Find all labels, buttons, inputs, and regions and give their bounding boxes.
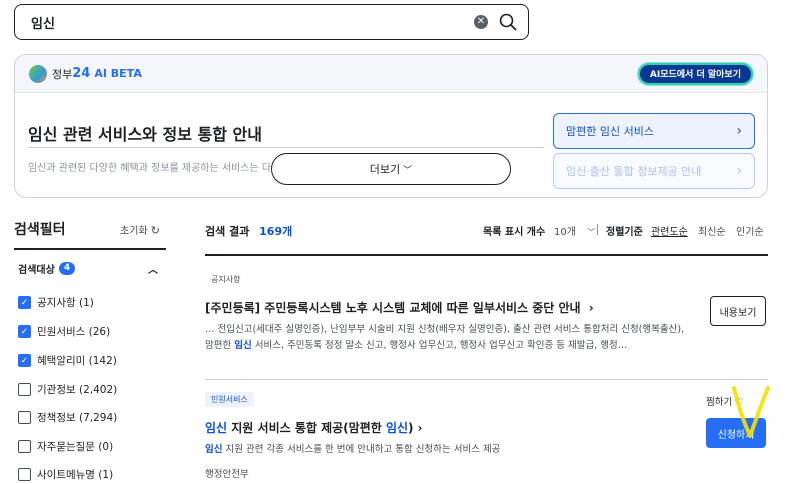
chevron-down-icon: ﹀ bbox=[403, 165, 413, 176]
result-title-link[interactable]: [주민등록] 주민등록시스템 노후 시스템 교체에 따른 일부서비스 중단 안내… bbox=[205, 299, 594, 316]
view-content-button[interactable]: 내용보기 bbox=[710, 296, 766, 326]
ai-summary-card: 정부 24 AI BETA AI모드에서 더 알아보기 임신 관련 서비스와 정… bbox=[14, 54, 768, 198]
filter-reset-label: 초기화 bbox=[120, 226, 148, 237]
desc-text: 지원 관련 각종 서비스를 한 번에 안내하고 통합 신청하는 서비스 제공 bbox=[222, 444, 501, 455]
filter-divider bbox=[14, 248, 166, 250]
ai-mode-button[interactable]: AI모드에서 더 알아보기 bbox=[637, 62, 753, 85]
sort-popular[interactable]: 인기순 bbox=[736, 223, 764, 238]
result-count: 169개 bbox=[259, 225, 293, 238]
result-description: 임신 지원 관련 각종 서비스를 한 번에 안내하고 통합 신청하는 서비스 제… bbox=[205, 442, 695, 458]
target-count-badge: 4 bbox=[58, 262, 76, 275]
chevron-down-icon: ﹀ bbox=[587, 228, 596, 237]
desc-text: 서비스, 주민등록 정정 말소 신고, 행정사 업무신고, 행정사 업무신고 확… bbox=[251, 340, 628, 351]
item-tag: 민원서비스 bbox=[205, 392, 254, 407]
filter-option-notice[interactable]: ✓ 공지사항 (1) bbox=[18, 295, 94, 310]
result-title: [주민등록] 주민등록시스템 노후 시스템 교체에 따른 일부서비스 중단 안내 bbox=[205, 301, 581, 315]
search-target-label: 검색대상 bbox=[18, 265, 55, 276]
chevron-right-icon: › bbox=[417, 421, 423, 435]
filter-option-label: 자주묻는질문 (0) bbox=[37, 441, 114, 453]
gov24-logo-icon bbox=[29, 64, 47, 83]
ai-brand-number: 24 bbox=[72, 66, 91, 81]
ai-title-divider bbox=[28, 147, 544, 148]
title-text: 지원 서비스 통합 제공(맘편한 bbox=[227, 421, 386, 435]
item-tag: 공지사항 bbox=[211, 275, 241, 284]
header-separator bbox=[597, 224, 598, 235]
title-highlight: 임신 bbox=[385, 421, 409, 435]
filter-title: 검색필터 bbox=[14, 222, 66, 238]
checkbox-unchecked[interactable] bbox=[18, 411, 31, 424]
result-title-link[interactable]: 임신 지원 서비스 통합 제공(맘편한 임신) › bbox=[205, 419, 422, 436]
favorite-label: 찜하기 bbox=[706, 397, 733, 408]
search-target-toggle[interactable]: 검색대상 4 ︿ bbox=[18, 261, 158, 276]
chevron-right-icon: › bbox=[736, 123, 742, 139]
sort-latest[interactable]: 최신순 bbox=[698, 223, 726, 238]
clear-icon[interactable]: ✕ bbox=[474, 15, 488, 29]
list-size-value: 10개 bbox=[554, 227, 576, 238]
checkbox-unchecked[interactable] bbox=[18, 468, 31, 481]
list-size-select[interactable]: 10개 ﹀ bbox=[554, 223, 595, 238]
ai-card-header: 정부 24 AI BETA AI모드에서 더 알아보기 bbox=[15, 55, 767, 93]
filter-reset-button[interactable]: 초기화 ↻ bbox=[120, 222, 160, 237]
ai-link-birth-info[interactable]: 임신·출산 통합 정보제공 안내 › bbox=[553, 153, 755, 189]
checkbox-checked[interactable]: ✓ bbox=[18, 325, 31, 338]
sort-label: 정렬기준 bbox=[606, 227, 643, 238]
chevron-up-icon: ︿ bbox=[148, 265, 158, 276]
ai-brand: 정부 bbox=[52, 67, 73, 81]
list-size-label: 목록 표시 개수 bbox=[483, 227, 546, 238]
checkbox-unchecked[interactable] bbox=[18, 440, 31, 453]
favorite-button[interactable]: 찜하기 ♡ bbox=[706, 394, 744, 408]
refresh-icon: ↻ bbox=[150, 224, 161, 237]
chevron-right-icon: › bbox=[588, 301, 594, 315]
filter-option-benefit[interactable]: ✓ 혜택알리미 (142) bbox=[18, 353, 117, 368]
ai-title: 임신 관련 서비스와 정보 통합 안내 bbox=[28, 125, 262, 144]
filter-option-label: 정책정보 (7,294) bbox=[37, 412, 118, 424]
ai-link-label: 임신·출산 통합 정보제공 안내 bbox=[566, 165, 702, 178]
filter-option-label: 사이트메뉴명 (1) bbox=[37, 469, 114, 481]
title-text: ) bbox=[408, 421, 414, 435]
filter-option-site-menu[interactable]: 사이트메뉴명 (1) bbox=[18, 467, 113, 482]
checkbox-checked[interactable]: ✓ bbox=[18, 354, 31, 367]
checkbox-checked[interactable]: ✓ bbox=[18, 296, 31, 309]
result-department: 행정안전부 bbox=[205, 469, 249, 480]
filter-option-agency[interactable]: 기관정보 (2,402) bbox=[18, 382, 117, 397]
result-description: … 전입신고(세대주 실명인증), 난임부부 시술비 지원 신청(배우자 실명인… bbox=[205, 322, 695, 354]
search-icon[interactable] bbox=[498, 12, 518, 32]
filter-option-label: 혜택알리미 (142) bbox=[37, 355, 117, 367]
item-divider bbox=[205, 379, 768, 380]
desc-highlight: 임신 bbox=[234, 340, 252, 351]
desc-highlight: 임신 bbox=[205, 444, 223, 455]
filter-option-label: 민원서비스 (26) bbox=[37, 326, 111, 338]
apply-button[interactable]: 신청하기 bbox=[706, 418, 766, 448]
filter-option-label: 기관정보 (2,402) bbox=[37, 384, 118, 396]
filter-option-civil-service[interactable]: ✓ 민원서비스 (26) bbox=[18, 324, 110, 339]
sort-relevance[interactable]: 관련도순 bbox=[651, 223, 688, 238]
filter-option-faq[interactable]: 자주묻는질문 (0) bbox=[18, 439, 113, 454]
checkbox-unchecked[interactable] bbox=[18, 383, 31, 396]
result-label: 검색 결과 bbox=[205, 225, 250, 238]
result-divider bbox=[205, 254, 768, 256]
more-button[interactable]: 더보기 ﹀ bbox=[271, 153, 511, 185]
ai-link-maternity-service[interactable]: 맘편한 임신 서비스 › bbox=[553, 113, 755, 149]
more-button-label: 더보기 bbox=[369, 163, 401, 176]
filter-option-policy[interactable]: 정책정보 (7,294) bbox=[18, 410, 117, 425]
search-input[interactable] bbox=[31, 14, 474, 30]
result-summary: 검색 결과 169개 bbox=[205, 223, 292, 239]
heart-icon: ♡ bbox=[735, 397, 744, 408]
search-box: ✕ bbox=[14, 4, 529, 40]
ai-beta-label: AI BETA bbox=[94, 67, 142, 80]
filter-option-label: 공지사항 (1) bbox=[37, 297, 94, 309]
chevron-right-icon: › bbox=[736, 163, 742, 179]
ai-link-label: 맘편한 임신 서비스 bbox=[566, 125, 654, 138]
title-highlight: 임신 bbox=[205, 421, 228, 435]
